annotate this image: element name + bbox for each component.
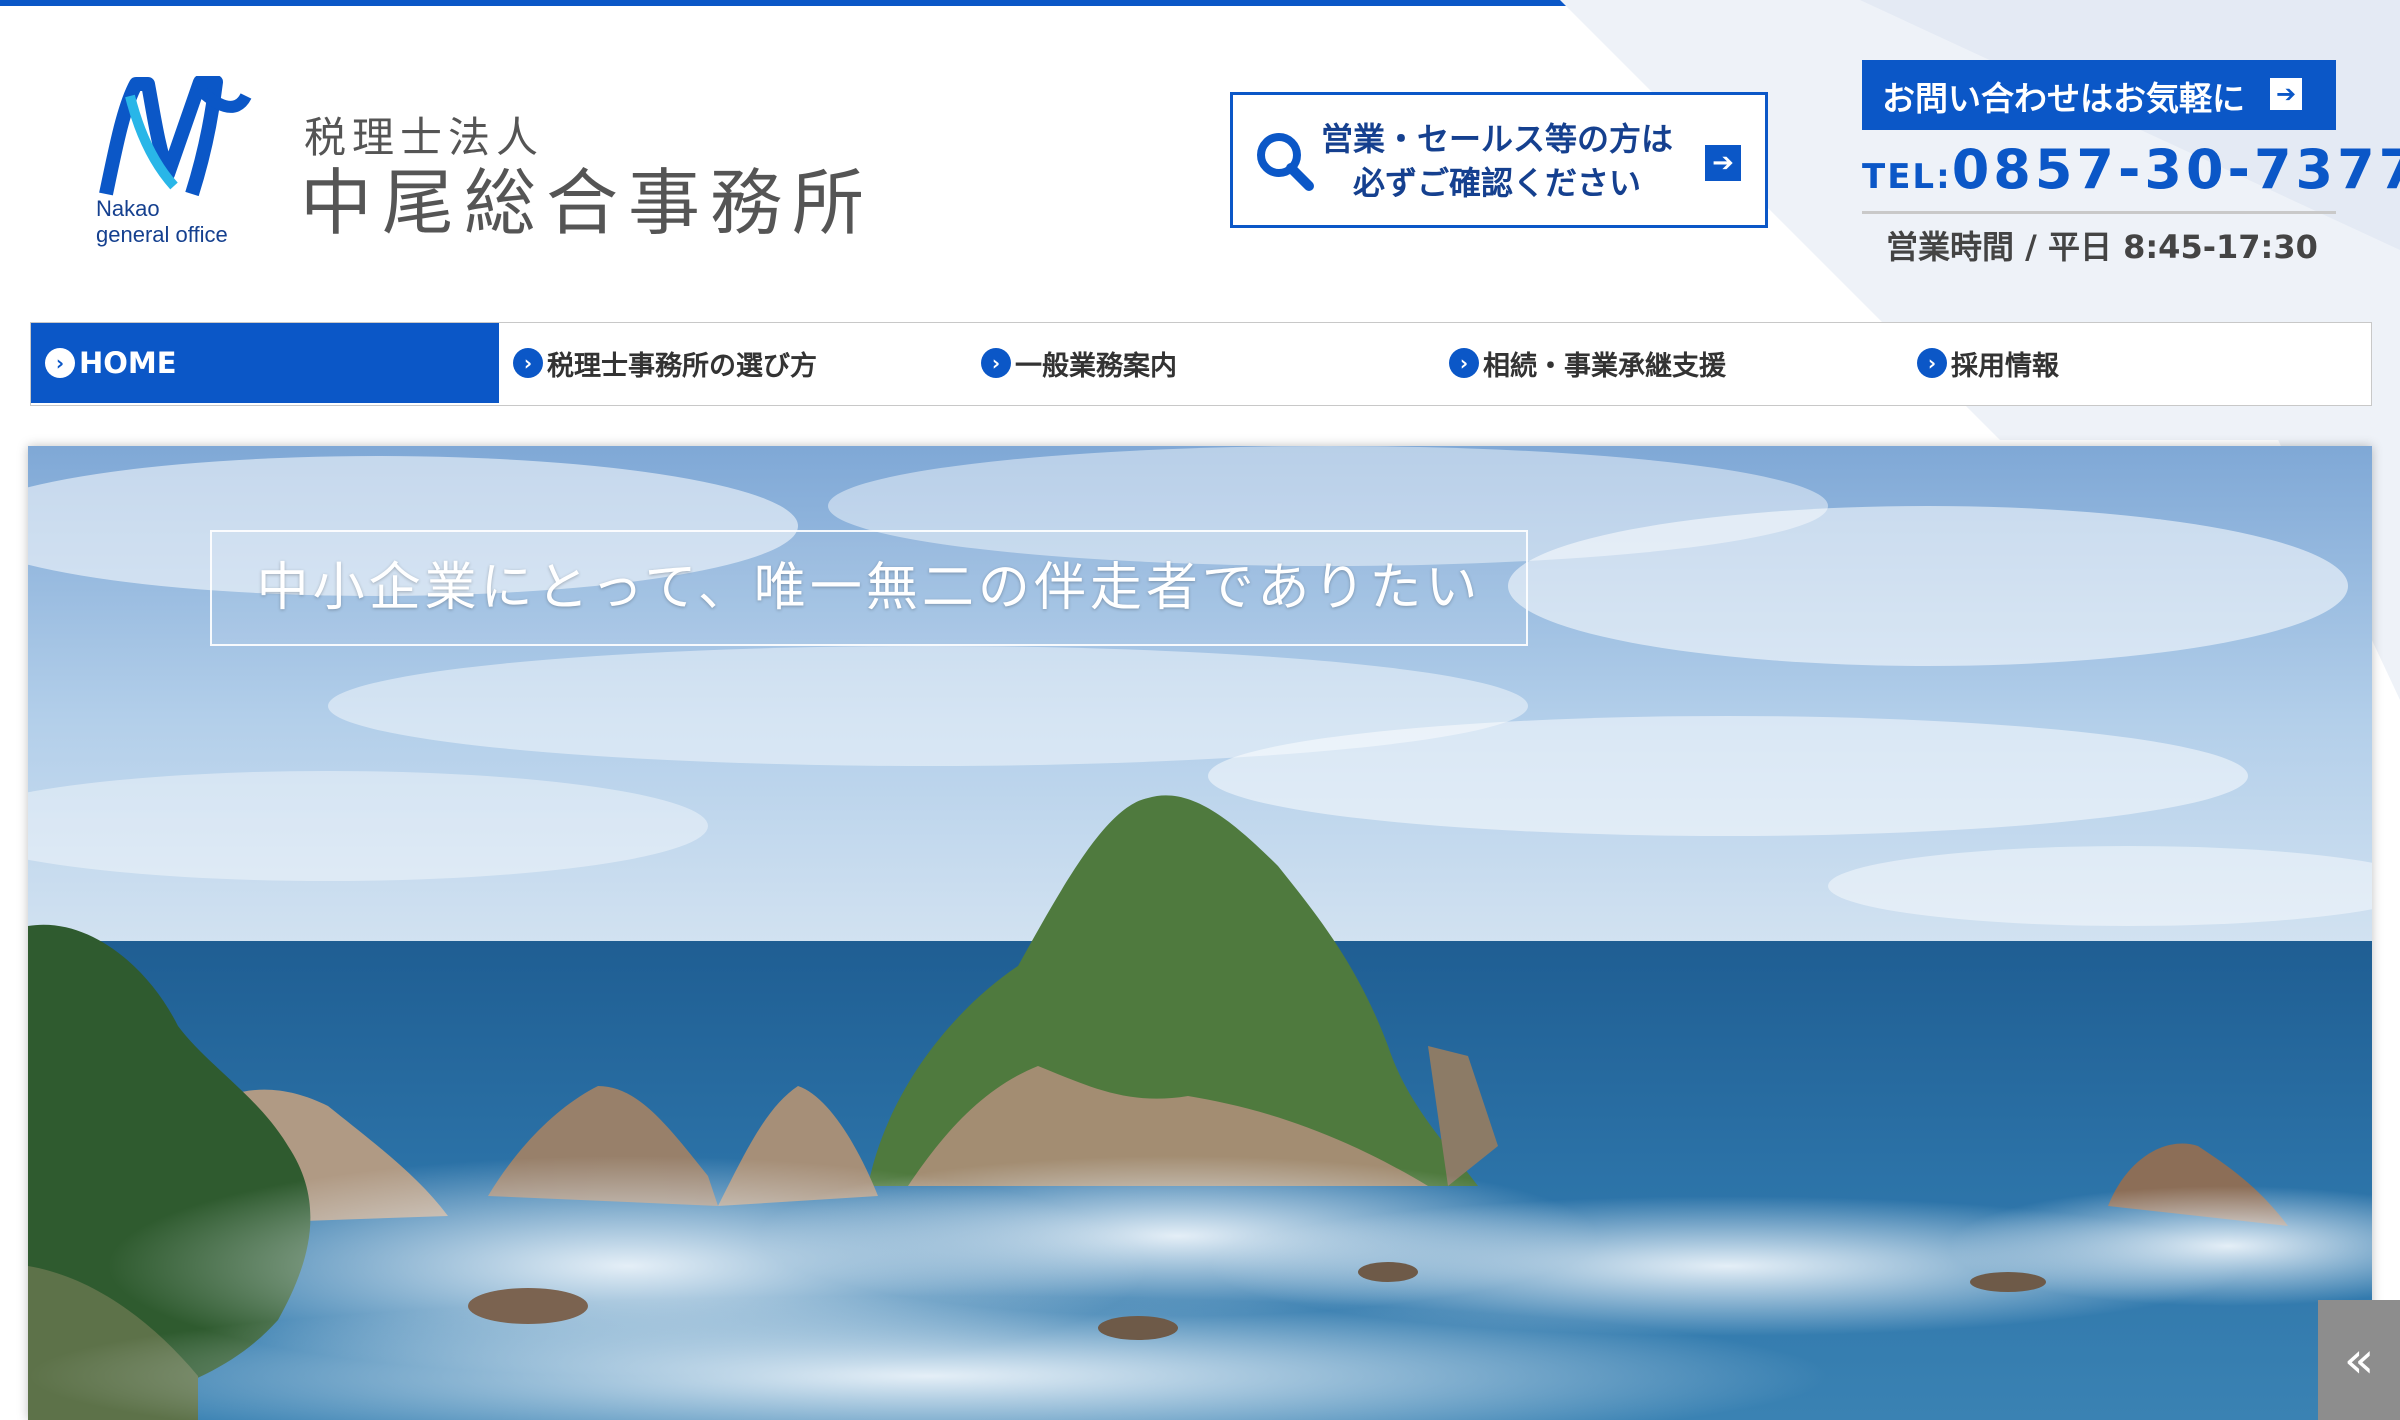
search-icon bbox=[1257, 133, 1314, 191]
hero-caption: 中小企業にとって、唯一無二の伴走者でありたい bbox=[210, 530, 1528, 646]
nav-item-how-to-choose[interactable]: › 税理士事務所の選び方 bbox=[499, 323, 967, 403]
logo-text: Nakao general office bbox=[96, 196, 296, 248]
sales-notice-button[interactable]: 営業・セールス等の方は 必ずご確認ください ➔ bbox=[1230, 92, 1768, 228]
chevron-right-circle-icon: › bbox=[513, 348, 543, 378]
nav-item-label: HOME bbox=[79, 346, 177, 380]
sales-notice-line: 営業・セールス等の方は bbox=[1320, 120, 1673, 158]
double-chevron-left-icon[interactable]: « bbox=[2318, 1300, 2400, 1420]
chevron-right-circle-icon: › bbox=[981, 348, 1011, 378]
nav-item-services[interactable]: › 一般業務案内 bbox=[967, 323, 1435, 403]
company-logo[interactable]: Nakao general office bbox=[96, 75, 296, 248]
nav-item-inheritance[interactable]: › 相続・事業承継支援 bbox=[1435, 323, 1903, 403]
arrow-right-icon: ➔ bbox=[1705, 145, 1741, 181]
sales-notice-line: 必ずご確認ください bbox=[1352, 164, 1641, 202]
business-hours: 営業時間 / 平日 8:45-17:30 bbox=[1886, 228, 2318, 266]
main-nav: › HOME › 税理士事務所の選び方 › 一般業務案内 › 相続・事業承継支援… bbox=[30, 322, 2372, 406]
logo-text-line: general office bbox=[96, 222, 228, 247]
nav-item-recruit[interactable]: › 採用情報 bbox=[1903, 323, 2371, 403]
contact-button[interactable]: お問い合わせはお気軽に ➔ bbox=[1862, 60, 2336, 130]
tel-prefix: TEL: bbox=[1862, 157, 1952, 197]
tel-number: 0857-30-7377 bbox=[1951, 138, 2400, 201]
hero-banner: 中小企業にとって、唯一無二の伴走者でありたい bbox=[28, 446, 2372, 1420]
company-name[interactable]: 中尾総合事務所 bbox=[300, 158, 874, 248]
nav-item-label: 税理士事務所の選び方 bbox=[547, 350, 817, 382]
contact-button-label: お問い合わせはお気軽に bbox=[1882, 79, 2245, 118]
nav-item-label: 相続・事業承継支援 bbox=[1483, 350, 1726, 382]
logo-text-line: Nakao bbox=[96, 196, 160, 221]
arrow-right-icon: ➔ bbox=[2270, 78, 2302, 110]
chevron-right-circle-icon: › bbox=[1449, 348, 1479, 378]
phone-link[interactable]: TEL:0857-30-7377 bbox=[1862, 138, 2400, 214]
company-type-label: 税理士法人 bbox=[304, 113, 545, 162]
nav-item-label: 一般業務案内 bbox=[1015, 350, 1177, 382]
logo-mark-icon bbox=[99, 75, 252, 197]
chevron-right-circle-icon: › bbox=[1917, 348, 1947, 378]
sales-notice-text: 営業・セールス等の方は 必ずご確認ください bbox=[1317, 117, 1677, 205]
nav-item-home[interactable]: › HOME bbox=[31, 323, 499, 403]
chevron-right-circle-icon: › bbox=[45, 348, 75, 378]
nav-item-label: 採用情報 bbox=[1951, 350, 2059, 382]
